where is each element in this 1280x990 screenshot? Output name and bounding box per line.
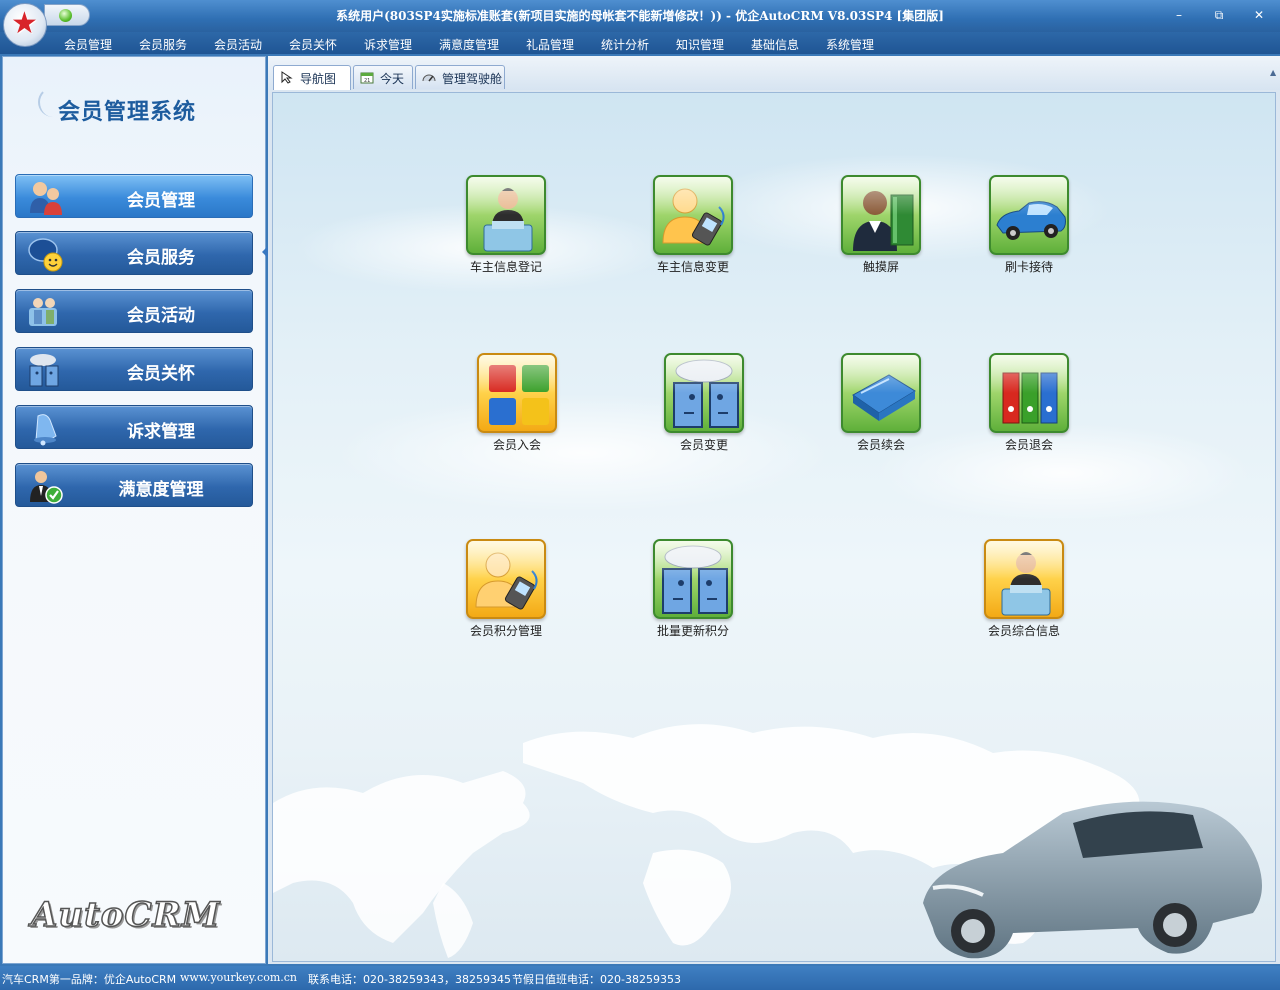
sidebar-item-satisfaction[interactable]: 满意度管理	[15, 463, 253, 507]
person-phone-icon	[466, 539, 546, 619]
talking-faces-icon	[664, 353, 744, 433]
nav-batch-update-points[interactable]: 批量更新积分	[623, 539, 763, 649]
tab-today[interactable]: 21 今天	[353, 65, 413, 89]
blue-folder-icon	[841, 353, 921, 433]
title-bar: 系统用户(803SP4实施标准账套(新项目实施的母帐套不能新增修改！)) - 优…	[0, 0, 1280, 32]
talking-faces-icon	[653, 539, 733, 619]
menu-appeals[interactable]: 诉求管理	[364, 36, 412, 53]
nav-icon-label: 会员综合信息	[987, 624, 1060, 638]
nav-icon-label: 车主信息登记	[469, 260, 542, 274]
menu-activity[interactable]: 会员活动	[214, 36, 262, 53]
sidebar-item-label: 满意度管理	[118, 480, 204, 500]
app-logo[interactable]: ★	[3, 3, 47, 47]
tab-strip: 导航图 21 今天 管理驾驶舱 ▲	[268, 56, 1280, 90]
windows-tiles-icon	[477, 353, 557, 433]
nav-icon-label: 刷卡接待	[1004, 260, 1053, 274]
calendar-icon: 21	[360, 72, 374, 84]
menu-service[interactable]: 会员服务	[139, 36, 187, 53]
person-phone-icon	[653, 175, 733, 255]
tab-navigation-map[interactable]: 导航图	[273, 65, 351, 90]
minimize-button[interactable]: –	[1168, 6, 1190, 24]
nav-member-overview[interactable]: 会员综合信息	[954, 539, 1094, 649]
sidebar-item-label: 会员管理	[127, 191, 195, 211]
sidebar-item-member-service[interactable]: 会员服务	[15, 231, 253, 275]
nav-member-renew[interactable]: 会员续会	[811, 353, 951, 463]
sidebar-item-member-activity[interactable]: 会员活动	[15, 289, 253, 333]
nav-icon-label: 车主信息变更	[656, 260, 729, 274]
nav-icon-label: 会员入会	[492, 438, 541, 452]
status-bar: 汽车CRM第一品牌：优企AutoCRM www.yourkey.com.cn 联…	[0, 966, 1280, 990]
sidebar-item-label: 诉求管理	[127, 422, 195, 442]
menu-bar: 会员管理 会员服务 会员活动 会员关怀 诉求管理 满意度管理 礼品管理 统计分析…	[0, 32, 1280, 54]
navigation-canvas: 车主信息登记 车主信息变更 触摸屏 刷卡接待 会员入会 会员变更 会员续会 会员…	[272, 92, 1276, 962]
star-logo-icon: ★	[11, 6, 38, 41]
nav-member-change[interactable]: 会员变更	[634, 353, 774, 463]
nav-icon-label: 批量更新积分	[656, 624, 729, 638]
desk-agent-icon	[466, 175, 546, 255]
status-website[interactable]: www.yourkey.com.cn	[180, 971, 297, 984]
nav-icon-label: 触摸屏	[862, 260, 899, 274]
person-book-icon	[841, 175, 921, 255]
nav-icon-label: 会员变更	[679, 438, 728, 452]
nav-icon-label: 会员退会	[1004, 438, 1053, 452]
menu-basic-info[interactable]: 基础信息	[751, 36, 799, 53]
pointer-icon	[281, 71, 293, 84]
gauge-icon	[422, 74, 436, 82]
close-button[interactable]: ✕	[1248, 6, 1270, 24]
window-title: 系统用户(803SP4实施标准账套(新项目实施的母帐套不能新增修改！)) - 优…	[336, 9, 944, 23]
autocrm-brand-logo: AutoCRM	[30, 894, 221, 936]
nav-icon-label: 会员续会	[856, 438, 905, 452]
sidebar-item-label: 会员服务	[127, 248, 195, 268]
nav-card-reception[interactable]: 刷卡接待	[959, 175, 1099, 285]
nav-touchscreen[interactable]: 触摸屏	[811, 175, 951, 285]
sidebar-item-label: 会员活动	[127, 306, 195, 326]
main-area: 导航图 21 今天 管理驾驶舱 ▲ 车主信息登记 车主信息变更 触摸屏 刷卡接待…	[268, 56, 1280, 964]
status-phone: 联系电话：020-38259343，38259345	[308, 973, 511, 986]
menu-care[interactable]: 会员关怀	[289, 36, 337, 53]
sidebar: 会员管理系统 会员管理 会员服务 会员活动 会员关怀 诉求管理 满意度管理 Au…	[2, 56, 269, 964]
nav-icon-label: 会员积分管理	[469, 624, 542, 638]
nav-points-management[interactable]: 会员积分管理	[436, 539, 576, 649]
menu-system[interactable]: 系统管理	[826, 36, 874, 53]
sidebar-item-member-management[interactable]: 会员管理	[15, 174, 253, 218]
nav-member-join[interactable]: 会员入会	[447, 353, 587, 463]
tab-label: 导航图	[300, 72, 337, 86]
menu-statistics[interactable]: 统计分析	[601, 36, 649, 53]
tab-label: 管理驾驶舱	[442, 72, 503, 86]
menu-satisfaction[interactable]: 满意度管理	[439, 36, 499, 53]
nav-member-quit[interactable]: 会员退会	[959, 353, 1099, 463]
binders-icon	[989, 353, 1069, 433]
nav-owner-change[interactable]: 车主信息变更	[623, 175, 763, 285]
nav-owner-register[interactable]: 车主信息登记	[436, 175, 576, 285]
tab-label: 今天	[380, 72, 405, 86]
status-brand: 汽车CRM第一品牌：优企AutoCRM	[2, 973, 177, 986]
sidebar-title: 会员管理系统	[58, 100, 197, 125]
sidebar-item-member-care[interactable]: 会员关怀	[15, 347, 253, 391]
menu-gifts[interactable]: 礼品管理	[526, 36, 574, 53]
svg-text:21: 21	[364, 78, 370, 84]
menu-members[interactable]: 会员管理	[64, 36, 112, 53]
scroll-arrow-icon[interactable]: ▲	[1270, 68, 1278, 78]
car-illustration	[923, 801, 1262, 959]
desk-agent-icon	[984, 539, 1064, 619]
car-icon	[989, 175, 1069, 255]
sidebar-item-appeals[interactable]: 诉求管理	[15, 405, 253, 449]
sidebar-item-label: 会员关怀	[127, 364, 195, 384]
status-holiday-phone: 节假日值班电话：020-38259353	[512, 973, 681, 986]
restore-button[interactable]: ⧉	[1208, 6, 1230, 24]
menu-knowledge[interactable]: 知识管理	[676, 36, 724, 53]
tab-management-cockpit[interactable]: 管理驾驶舱	[415, 65, 505, 89]
